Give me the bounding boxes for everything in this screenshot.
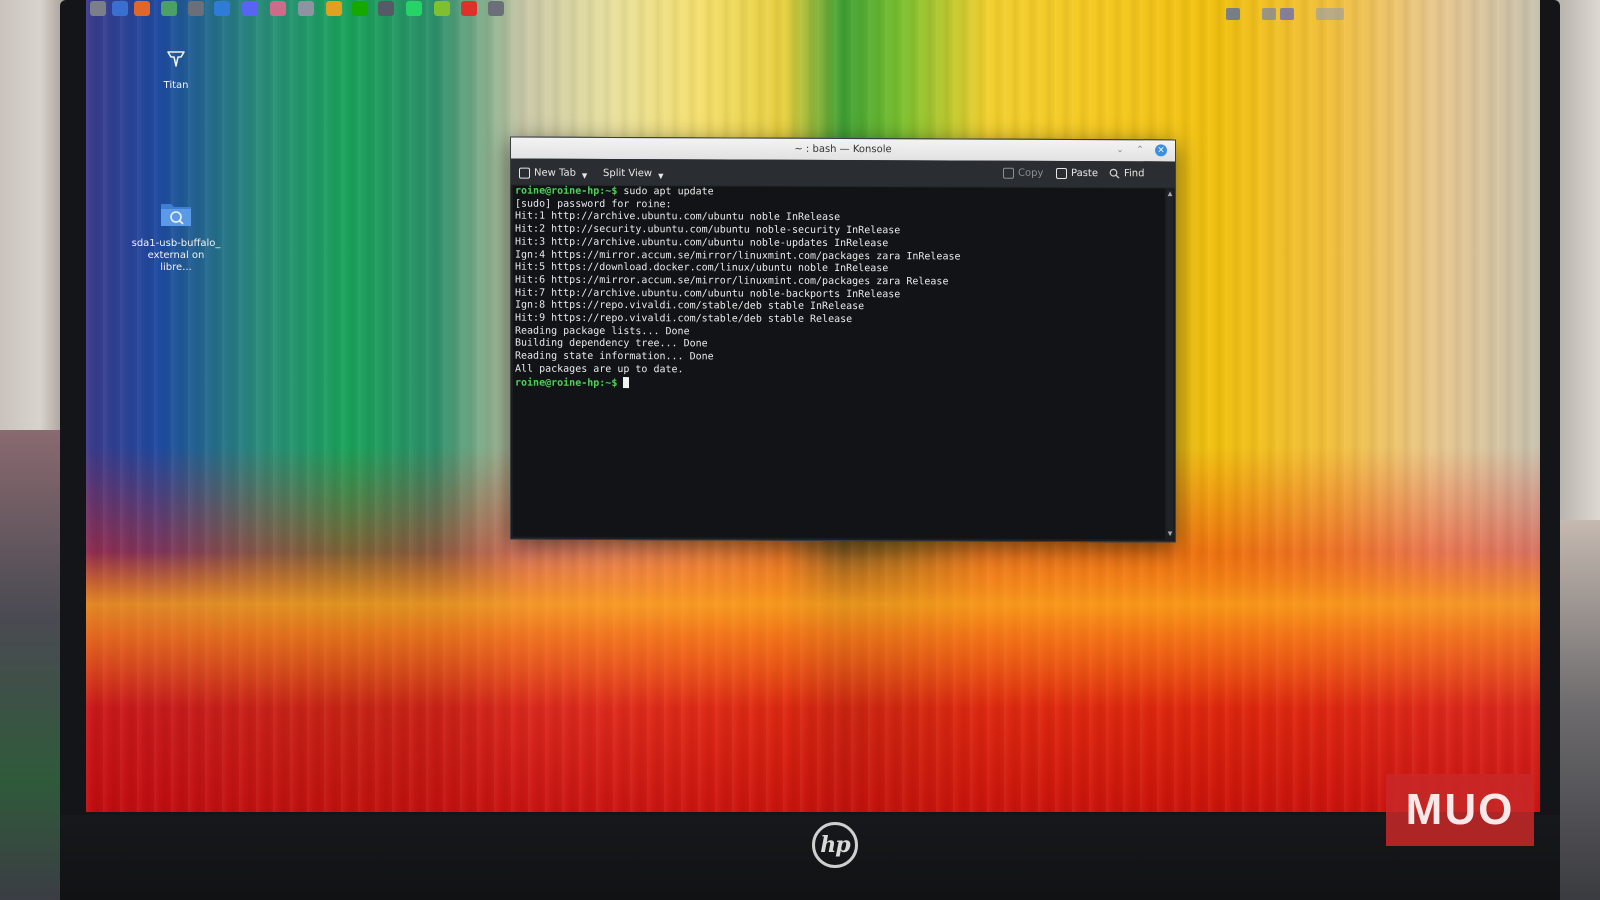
scroll-down-icon[interactable]: ▼: [1167, 530, 1173, 537]
vivaldi-icon[interactable]: [461, 1, 477, 16]
terminal-text: All packages are up to date.: [515, 363, 684, 376]
firefox-icon[interactable]: [134, 1, 150, 16]
laptop-chin: [60, 815, 1560, 900]
desktop-icon-titan[interactable]: Titan: [126, 48, 226, 92]
terminal-text: Hit:7 http://archive.ubuntu.com/ubuntu n…: [515, 287, 901, 300]
window-titlebar[interactable]: ~ : bash — Konsole ⌄ ⌃ ×: [511, 137, 1175, 162]
window-controls: ⌄ ⌃ ×: [1115, 144, 1167, 157]
tray-slack-icon[interactable]: [1262, 8, 1276, 20]
scroll-up-icon[interactable]: ▲: [1167, 190, 1173, 197]
find-label: Find: [1124, 168, 1145, 180]
shell-prompt: roine@roine-hp:~$: [515, 377, 618, 389]
copy-button[interactable]: Copy: [1003, 167, 1044, 179]
search-icon: [1109, 168, 1120, 179]
instagram-icon[interactable]: [90, 1, 106, 16]
text-cursor: [623, 376, 630, 388]
desktop-icon-usb-drive[interactable]: sda1-usb-buffalo_ external on libre...: [126, 198, 226, 274]
close-icon[interactable]: ×: [1155, 144, 1167, 157]
paste-button[interactable]: Paste: [1056, 167, 1098, 180]
terminal-text: Hit:6 https://mirror.accum.se/mirror/lin…: [515, 274, 949, 288]
document-icon[interactable]: [298, 1, 314, 16]
konsole-toolbar: New Tab ▼ Split View ▼ Copy Paste Find: [511, 158, 1175, 189]
terminal-text: Hit:5 https://download.docker.com/linux/…: [515, 261, 889, 275]
terminal-text: Ign:4 https://mirror.accum.se/mirror/lin…: [515, 249, 961, 263]
terminal-text: Hit:3 http://archive.ubuntu.com/ubuntu n…: [515, 236, 889, 250]
split-view-button[interactable]: Split View ▼: [603, 166, 663, 180]
whatsapp-icon[interactable]: [406, 1, 422, 16]
konsole-window[interactable]: ~ : bash — Konsole ⌄ ⌃ × New Tab ▼ Split…: [510, 136, 1176, 543]
upwork-icon[interactable]: [352, 1, 368, 16]
window-icon[interactable]: [112, 1, 128, 16]
new-tab-label: New Tab: [534, 167, 576, 179]
terminal-text: Hit:9 https://repo.vivaldi.com/stable/de…: [515, 312, 853, 326]
terminal-text: Reading package lists... Done: [515, 325, 690, 338]
tray-screenshot-icon[interactable]: [1226, 8, 1240, 20]
chevron-down-icon: ▼: [658, 172, 664, 181]
muo-watermark: MUO: [1386, 774, 1534, 846]
terminal-text: Building dependency tree... Done: [515, 338, 708, 350]
browser-icon[interactable]: [270, 1, 286, 16]
shell-prompt: roine@roine-hp:~$: [515, 185, 618, 198]
spotify-icon[interactable]: [434, 1, 450, 16]
terminal-text: Ign:8 https://repo.vivaldi.com/stable/de…: [515, 299, 865, 313]
drive-folder-icon: [161, 204, 191, 226]
maximize-icon[interactable]: ⌃: [1135, 145, 1145, 155]
folder-icon[interactable]: [214, 1, 230, 16]
split-view-label: Split View: [603, 167, 653, 179]
hp-logo: hp: [812, 822, 858, 868]
app-icon[interactable]: [378, 1, 394, 16]
terminal-text: Hit:1 http://archive.ubuntu.com/ubuntu n…: [515, 210, 841, 224]
discord-icon[interactable]: [242, 1, 258, 16]
scrollbar[interactable]: [1167, 190, 1173, 536]
find-button[interactable]: Find: [1109, 168, 1145, 179]
desktop-icon-label: sda1-usb-buffalo_ external on libre...: [131, 238, 221, 273]
chrome-icon[interactable]: [326, 1, 342, 16]
paste-icon: [1056, 167, 1067, 179]
terminal-text: Hit:2 http://security.ubuntu.com/ubuntu …: [515, 223, 901, 237]
terminal-output[interactable]: roine@roine-hp:~$ sudo apt update [sudo] …: [513, 185, 1165, 540]
terminal-icon[interactable]: [188, 1, 204, 16]
copy-label: Copy: [1018, 167, 1044, 179]
files-icon[interactable]: [161, 1, 177, 16]
tray-status-icon[interactable]: [1316, 8, 1344, 20]
tray-discord-icon[interactable]: [1280, 8, 1294, 20]
window-title: ~ : bash — Konsole: [794, 143, 892, 156]
new-tab-icon: [519, 167, 530, 179]
terminal-text: Reading state information... Done: [515, 350, 714, 363]
desktop-icon-label: Titan: [163, 80, 189, 91]
terminal-text: [sudo] password for roine:: [515, 198, 672, 210]
terminal-icon[interactable]: [488, 1, 504, 16]
minimize-icon[interactable]: ⌄: [1115, 145, 1125, 155]
copy-icon: [1003, 167, 1014, 179]
chevron-down-icon: ▼: [581, 171, 588, 180]
terminal-line: roine@roine-hp:~$: [515, 376, 1165, 393]
new-tab-button[interactable]: New Tab ▼: [519, 166, 587, 180]
paste-label: Paste: [1071, 167, 1098, 180]
terminal-text: sudo apt update: [617, 186, 714, 198]
titan-icon: [167, 51, 185, 67]
